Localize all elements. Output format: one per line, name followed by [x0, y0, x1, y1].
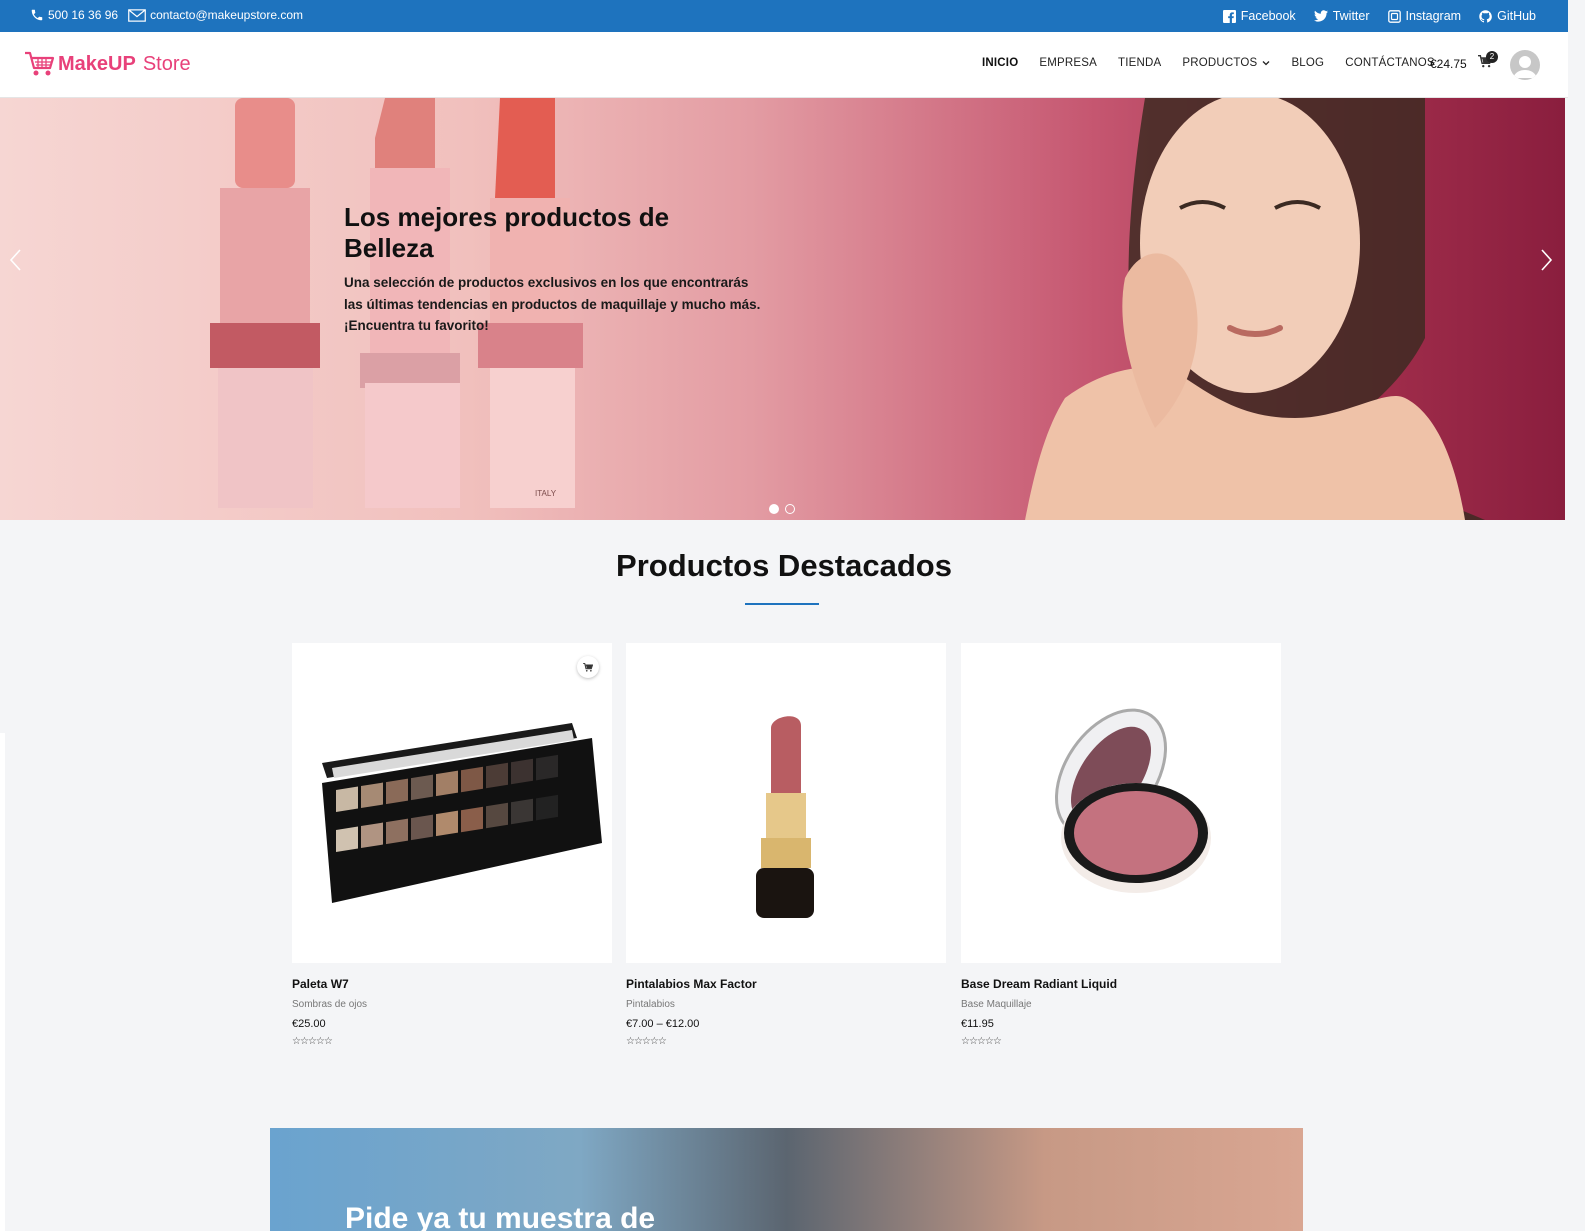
featured-title: Productos Destacados: [616, 548, 952, 583]
product-price: €7.00 – €12.00: [626, 1018, 700, 1030]
logo-brand-bold: MakeUP: [58, 52, 136, 75]
facebook-label: Facebook: [1240, 9, 1296, 23]
hero-slider: ITALY Los mejores productos de Belleza U…: [0, 98, 1565, 520]
twitter-icon: [1313, 10, 1328, 22]
facebook-icon: [1222, 9, 1236, 23]
contact-info: 500 16 36 96 contacto@makeupstore.com: [30, 8, 303, 22]
slider-prev-button[interactable]: [8, 248, 22, 279]
nav-contactanos[interactable]: CONTÁCTANOS: [1345, 57, 1435, 69]
lipstick-image: [756, 716, 814, 918]
product-price: €11.95: [961, 1018, 994, 1030]
logo-brand-light: Store: [142, 52, 191, 75]
nav-inicio[interactable]: INICIO: [982, 57, 1018, 69]
site-logo[interactable]: MakeUP Store: [24, 50, 191, 78]
cart-icon: [583, 662, 593, 672]
nav-empresa[interactable]: EMPRESA: [1039, 57, 1097, 69]
product-category[interactable]: Pintalabios: [626, 999, 946, 1010]
phone-number: 500 16 36 96: [48, 8, 119, 22]
product-name[interactable]: Base Dream Radiant Liquid: [961, 977, 1281, 991]
product-category[interactable]: Sombras de ojos: [292, 999, 612, 1010]
user-avatar-icon[interactable]: [1510, 50, 1540, 80]
site-header: MakeUP Store INICIO EMPRESA TIENDA PRODU…: [0, 32, 1568, 98]
github-label: GitHub: [1497, 9, 1536, 23]
nav-productos-label: PRODUCTOS: [1182, 57, 1258, 69]
product-price: €25.00: [292, 1018, 326, 1030]
chevron-down-icon: [1262, 61, 1270, 66]
nav-productos[interactable]: PRODUCTOS: [1182, 57, 1270, 69]
product-rating: ☆☆☆☆☆: [292, 1036, 333, 1047]
hero-title: Los mejores productos de Belleza: [344, 202, 670, 263]
product-category[interactable]: Base Maquillaje: [961, 999, 1281, 1010]
product-rating: ☆☆☆☆☆: [961, 1036, 1002, 1047]
chevron-right-icon: [1541, 249, 1553, 271]
promo-banner-text: Pide ya tu muestra de: [345, 1202, 656, 1231]
github-link[interactable]: GitHub: [1479, 9, 1536, 23]
slider-dots: [769, 504, 795, 514]
twitter-label: Twitter: [1332, 9, 1370, 23]
facebook-link[interactable]: Facebook: [1222, 9, 1296, 23]
chevron-left-icon: [9, 249, 21, 271]
slider-dot-1[interactable]: [769, 504, 779, 514]
product-name[interactable]: Paleta W7: [292, 977, 612, 991]
product-image[interactable]: [292, 643, 612, 963]
instagram-label: Instagram: [1405, 9, 1462, 23]
social-links: Facebook Twitter Instagram GitHub: [1222, 9, 1536, 23]
main-nav: INICIO EMPRESA TIENDA PRODUCTOS BLOG CON…: [982, 57, 1435, 69]
email-contact[interactable]: contacto@makeupstore.com: [128, 8, 303, 22]
phone-icon: [31, 9, 43, 21]
github-icon: [1479, 9, 1492, 23]
instagram-link[interactable]: Instagram: [1387, 9, 1462, 23]
cart-total[interactable]: €24.75: [1430, 57, 1467, 71]
product-rating: ☆☆☆☆☆: [626, 1036, 667, 1047]
product-image[interactable]: [626, 643, 946, 963]
featured-title-underline: [745, 603, 819, 605]
add-to-cart-button[interactable]: [577, 656, 599, 678]
phone-contact[interactable]: 500 16 36 96: [30, 8, 118, 22]
top-contact-bar: 500 16 36 96 contacto@makeupstore.com Fa…: [0, 0, 1568, 32]
page-edge-strip: [0, 733, 5, 1231]
nav-tienda[interactable]: TIENDA: [1118, 57, 1161, 69]
promo-banner: Pide ya tu muestra de: [270, 1128, 1303, 1231]
cart-logo-icon: [25, 51, 55, 76]
mail-icon: [128, 8, 146, 22]
hero-caption: Los mejores productos de Belleza Una sel…: [344, 202, 764, 337]
email-address: contacto@makeupstore.com: [150, 8, 303, 22]
lipstick-mark: ITALY: [535, 489, 557, 498]
instagram-icon: [1387, 9, 1401, 23]
twitter-link[interactable]: Twitter: [1313, 9, 1370, 23]
product-card[interactable]: Paleta W7 Sombras de ojos €25.00 ☆☆☆☆☆: [292, 643, 612, 1047]
product-card[interactable]: Pintalabios Max Factor Pintalabios €7.00…: [626, 643, 946, 1047]
product-name[interactable]: Pintalabios Max Factor: [626, 977, 946, 991]
hero-model-image: [1025, 98, 1485, 520]
compact-powder-image: [1054, 708, 1211, 893]
cart-count-badge: 2: [1486, 51, 1498, 63]
nav-blog[interactable]: BLOG: [1291, 57, 1324, 69]
product-card[interactable]: Base Dream Radiant Liquid Base Maquillaj…: [961, 643, 1281, 1047]
hero-description: Una selección de productos exclusivos en…: [344, 275, 761, 333]
slider-dot-2[interactable]: [785, 504, 795, 514]
slider-next-button[interactable]: [1540, 248, 1554, 279]
product-image[interactable]: [961, 643, 1281, 963]
eyeshadow-palette-image: [322, 723, 602, 903]
